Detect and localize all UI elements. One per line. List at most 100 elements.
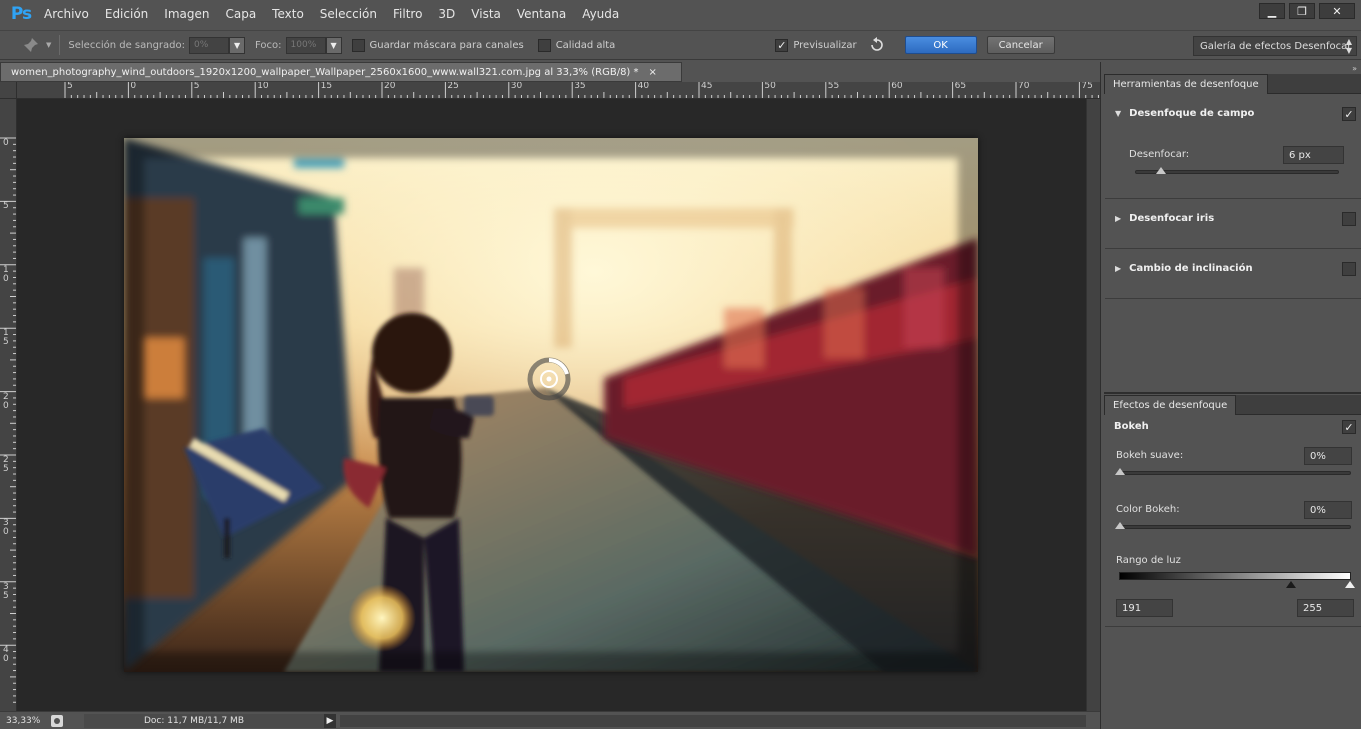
ruler-top[interactable]: 5 0 5 10 15 20 25 30 35 40 45 50 55 60 65 70 75 bbox=[17, 82, 1100, 99]
menu-vista[interactable]: Vista bbox=[463, 0, 509, 28]
blur-effects-tabbar: Efectos de desenfoque bbox=[1104, 395, 1361, 415]
ruler-top-label: 60 bbox=[891, 82, 903, 91]
high-quality-option[interactable]: Calidad alta bbox=[537, 38, 616, 52]
field-blur-header[interactable]: ▼ Desenfoque de campo bbox=[1115, 108, 1254, 119]
collapse-triangle-icon[interactable]: ▶ bbox=[1115, 264, 1121, 273]
focus-input[interactable]: 100% bbox=[285, 36, 326, 54]
preview-option[interactable]: ✓ Previsualizar bbox=[775, 38, 857, 52]
bokeh-checkbox[interactable]: ✓ bbox=[1342, 420, 1356, 434]
expand-triangle-icon[interactable]: ▼ bbox=[1115, 109, 1121, 118]
menu-3d[interactable]: 3D bbox=[430, 0, 463, 28]
ruler-corner bbox=[0, 82, 17, 99]
light-range-low-knob[interactable] bbox=[1286, 581, 1296, 588]
status-bar: 33,33% Doc: 11,7 MB/11,7 MB ▶ bbox=[0, 711, 1100, 729]
ruler-left-label: 15 bbox=[3, 328, 9, 348]
reset-icon[interactable] bbox=[867, 35, 887, 55]
close-window-button[interactable]: ✕ bbox=[1319, 3, 1355, 19]
ruler-top-label: 5 bbox=[193, 82, 200, 91]
preview-label: Previsualizar bbox=[793, 39, 857, 51]
tilt-shift-checkbox[interactable] bbox=[1342, 262, 1356, 276]
menu-imagen[interactable]: Imagen bbox=[156, 0, 217, 28]
iris-blur-section: ▶ Desenfocar iris bbox=[1105, 199, 1361, 249]
iris-blur-checkbox[interactable] bbox=[1342, 212, 1356, 226]
vertical-scrollbar[interactable] bbox=[1086, 99, 1100, 711]
bleed-input[interactable]: 0% bbox=[189, 36, 230, 54]
bokeh-color-input[interactable]: 0% bbox=[1304, 501, 1352, 519]
ruler-top-label: 65 bbox=[954, 82, 967, 91]
high-quality-checkbox[interactable] bbox=[537, 38, 551, 52]
bokeh-color-slider[interactable] bbox=[1119, 525, 1351, 529]
save-mask-checkbox[interactable] bbox=[351, 38, 365, 52]
bleed-dropdown[interactable]: ▼ bbox=[229, 36, 246, 54]
restore-button[interactable]: ❐ bbox=[1289, 3, 1315, 19]
ruler-top-label: 50 bbox=[764, 82, 776, 91]
ruler-left[interactable]: 0 5 10 15 20 25 30 35 40 bbox=[0, 99, 17, 711]
doc-size-text: Doc: 11,7 MB/11,7 MB bbox=[144, 715, 244, 726]
ps-logo: Ps bbox=[10, 4, 32, 24]
field-blur-label: Desenfoque de campo bbox=[1129, 108, 1255, 119]
tool-preset-dropdown-icon[interactable]: ▼ bbox=[46, 41, 51, 49]
ruler-top-label: 40 bbox=[637, 82, 650, 91]
tilt-shift-header[interactable]: ▶ Cambio de inclinación bbox=[1115, 263, 1253, 274]
field-blur-checkbox[interactable]: ✓ bbox=[1342, 107, 1356, 121]
light-range-high-knob[interactable] bbox=[1345, 581, 1355, 588]
menu-capa[interactable]: Capa bbox=[217, 0, 264, 28]
minimize-button[interactable]: ▁ bbox=[1259, 3, 1285, 19]
iris-blur-header[interactable]: ▶ Desenfocar iris bbox=[1115, 213, 1214, 224]
status-menu-arrow[interactable]: ▶ bbox=[324, 713, 336, 728]
preview-checkbox[interactable]: ✓ bbox=[775, 38, 789, 52]
high-quality-label: Calidad alta bbox=[555, 39, 616, 51]
ruler-top-label: 25 bbox=[447, 82, 459, 91]
blur-amount-slider-knob[interactable] bbox=[1156, 167, 1166, 174]
menu-filtro[interactable]: Filtro bbox=[385, 0, 430, 28]
doc-size-info: Doc: 11,7 MB/11,7 MB bbox=[84, 713, 324, 728]
canvas-area[interactable] bbox=[17, 99, 1086, 711]
horizontal-scrollbar[interactable] bbox=[340, 714, 1086, 727]
ruler-left-label: 20 bbox=[3, 391, 9, 411]
zoom-level[interactable]: 33,33% bbox=[0, 716, 48, 726]
ok-button[interactable]: OK bbox=[904, 36, 977, 54]
blur-pin-icon bbox=[527, 357, 571, 401]
light-range-high-input[interactable]: 255 bbox=[1297, 599, 1354, 617]
menu-edicion[interactable]: Edición bbox=[97, 0, 156, 28]
close-tab-icon[interactable]: × bbox=[649, 67, 657, 78]
field-blur-section: ▼ Desenfoque de campo ✓ Desenfocar: 6 px bbox=[1105, 94, 1361, 199]
light-range-gradient[interactable] bbox=[1119, 572, 1351, 580]
focus-dropdown[interactable]: ▼ bbox=[325, 36, 342, 54]
ruler-left-label: 5 bbox=[3, 201, 9, 212]
pin-tool-icon[interactable] bbox=[20, 35, 42, 55]
blur-gallery-select-value: Galería de efectos Desenfocar bbox=[1200, 40, 1352, 52]
soft-bokeh-slider[interactable] bbox=[1119, 471, 1351, 475]
menu-ayuda[interactable]: Ayuda bbox=[574, 0, 627, 28]
blur-amount-input[interactable]: 6 px bbox=[1283, 146, 1344, 164]
collapse-panels-icon[interactable]: » bbox=[1352, 64, 1357, 73]
menu-archivo[interactable]: Archivo bbox=[36, 0, 97, 28]
options-bar: ▼ Selección de sangrado: 0% ▼ Foco: 100%… bbox=[0, 30, 1361, 60]
photo-image[interactable] bbox=[124, 138, 978, 672]
soft-bokeh-slider-knob[interactable] bbox=[1115, 468, 1125, 475]
tab-blur-tools[interactable]: Herramientas de desenfoque bbox=[1104, 74, 1268, 94]
ruler-left-label: 40 bbox=[3, 645, 9, 665]
soft-bokeh-input[interactable]: 0% bbox=[1304, 447, 1352, 465]
blur-pin-handle[interactable] bbox=[526, 356, 572, 402]
save-mask-option[interactable]: Guardar máscara para canales bbox=[351, 38, 524, 52]
ruler-left-label: 25 bbox=[3, 455, 9, 474]
bokeh-color-slider-knob[interactable] bbox=[1115, 522, 1125, 529]
tilt-shift-section: ▶ Cambio de inclinación bbox=[1105, 249, 1361, 299]
collapse-triangle-icon[interactable]: ▶ bbox=[1115, 214, 1121, 223]
menu-texto[interactable]: Texto bbox=[264, 0, 312, 28]
separator bbox=[59, 35, 61, 55]
blur-gallery-select[interactable]: Galería de efectos Desenfocar ▲ ▼ bbox=[1193, 36, 1357, 56]
menu-seleccion[interactable]: Selección bbox=[312, 0, 385, 28]
tab-blur-effects[interactable]: Efectos de desenfoque bbox=[1104, 395, 1237, 415]
ruler-top-label: 15 bbox=[320, 82, 333, 91]
proof-icon[interactable] bbox=[50, 714, 64, 728]
light-range-low-input[interactable]: 191 bbox=[1116, 599, 1173, 617]
cancel-button[interactable]: Cancelar bbox=[986, 36, 1055, 54]
ruler-top-label: 55 bbox=[827, 82, 840, 91]
blur-amount-label: Desenfocar: bbox=[1129, 149, 1190, 160]
menu-ventana[interactable]: Ventana bbox=[509, 0, 574, 28]
document-tab[interactable]: women_photography_wind_outdoors_1920x120… bbox=[0, 62, 682, 82]
ruler-top-label: 35 bbox=[574, 82, 586, 91]
ruler-top-label: 20 bbox=[384, 82, 396, 91]
